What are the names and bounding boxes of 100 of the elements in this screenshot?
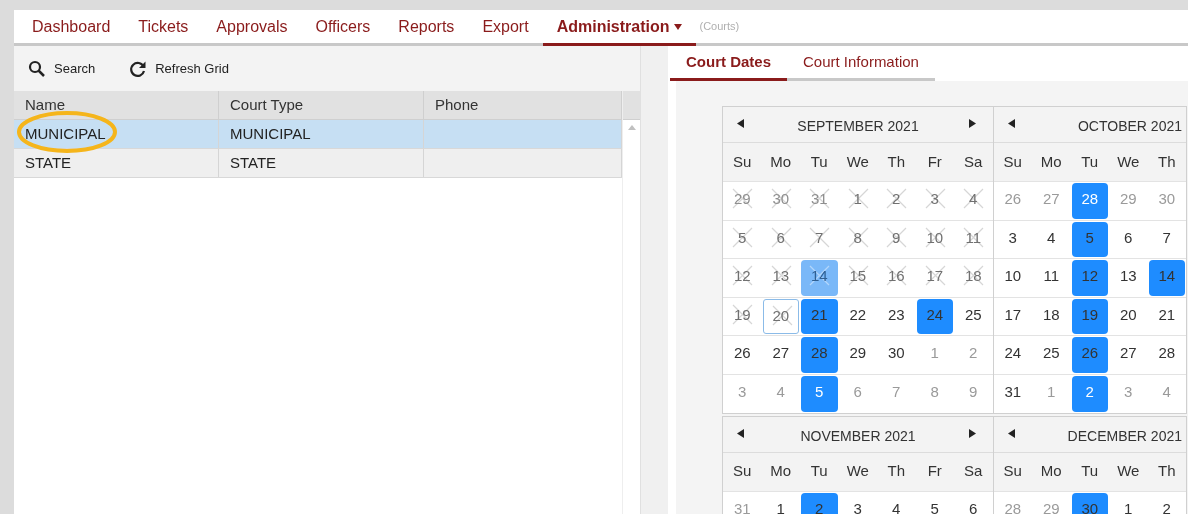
calendar-day[interactable]: 12	[1071, 260, 1108, 296]
calendar-day[interactable]: 30	[762, 183, 799, 219]
calendar-day[interactable]: 30	[878, 337, 915, 373]
calendar-day[interactable]: 25	[1033, 337, 1070, 373]
calendar-day[interactable]: 19	[1071, 298, 1108, 335]
calendar-day[interactable]: 18	[1033, 298, 1070, 335]
calendar-day[interactable]: 5	[916, 492, 953, 514]
previous-icon[interactable]	[1007, 119, 1015, 128]
calendar-day[interactable]: 13	[1110, 260, 1147, 296]
nav-tab[interactable]: Reports	[384, 10, 469, 46]
calendar-day[interactable]: 13	[762, 260, 799, 296]
calendar-day[interactable]: 11	[955, 221, 992, 258]
column-header[interactable]: Court Type	[219, 91, 424, 119]
calendar-day[interactable]: 7	[801, 221, 838, 258]
calendar-day[interactable]: 20	[1110, 298, 1147, 335]
calendar-day[interactable]: 23	[878, 298, 915, 335]
calendar-day[interactable]: 3	[724, 375, 761, 412]
calendar-day[interactable]: 10	[994, 260, 1031, 296]
calendar-day[interactable]: 31	[994, 375, 1031, 412]
next-icon[interactable]	[969, 119, 976, 128]
calendar-day[interactable]: 22	[839, 298, 876, 335]
calendar-day[interactable]: 29	[1033, 492, 1070, 514]
nav-tab[interactable]: Approvals	[202, 10, 302, 46]
calendar-day[interactable]: 29	[1110, 183, 1147, 219]
calendar-day[interactable]: 29	[839, 337, 876, 373]
calendar-day[interactable]: 20	[762, 298, 799, 335]
calendar-day[interactable]: 6	[955, 492, 992, 514]
calendar-day[interactable]: 4	[1148, 375, 1185, 412]
calendar-day[interactable]: 30	[1071, 492, 1108, 514]
previous-icon[interactable]	[737, 428, 744, 438]
calendar-day[interactable]: 1	[839, 183, 876, 219]
calendar-day[interactable]: 27	[762, 337, 799, 373]
calendar-day[interactable]: 6	[1110, 221, 1147, 258]
calendar-day[interactable]: 5	[801, 375, 838, 412]
grid-row[interactable]: MUNICIPAL MUNICIPAL	[14, 120, 622, 149]
calendar-day[interactable]: 14	[801, 260, 838, 296]
calendar-day[interactable]: 5	[1071, 221, 1108, 258]
calendar-day[interactable]: 3	[1110, 375, 1147, 412]
next-icon[interactable]	[969, 428, 976, 438]
calendar-day[interactable]: 9	[955, 375, 992, 412]
calendar-day[interactable]: 3	[916, 183, 953, 219]
nav-tab[interactable]: Dashboard	[18, 10, 125, 46]
search-button[interactable]: Search	[28, 58, 96, 79]
calendar-day[interactable]: 26	[1071, 337, 1108, 373]
calendar-day[interactable]: 2	[1148, 492, 1185, 514]
calendar-day[interactable]: 24	[916, 298, 953, 335]
calendar-day[interactable]: 15	[839, 260, 876, 296]
calendar-day[interactable]: 1	[1110, 492, 1147, 514]
calendar-day[interactable]: 12	[724, 260, 761, 296]
calendar-day[interactable]: 28	[801, 337, 838, 373]
calendar-day[interactable]: 4	[878, 492, 915, 514]
calendar-day[interactable]: 16	[878, 260, 915, 296]
calendar-day[interactable]: 4	[1033, 221, 1070, 258]
calendar-day[interactable]: 28	[1148, 337, 1185, 373]
calendar-day[interactable]: 17	[916, 260, 953, 296]
calendar-day[interactable]: 2	[955, 337, 992, 373]
calendar-day[interactable]: 18	[955, 260, 992, 296]
calendar-day[interactable]: 7	[878, 375, 915, 412]
calendar-day[interactable]: 26	[994, 183, 1031, 219]
calendar-day[interactable]: 1	[916, 337, 953, 373]
calendar-day[interactable]: 4	[955, 183, 992, 219]
calendar-day[interactable]: 19	[724, 298, 761, 335]
calendar-day[interactable]: 21	[1148, 298, 1185, 335]
calendar-day[interactable]: 25	[955, 298, 992, 335]
calendar-day[interactable]: 1	[762, 492, 799, 514]
calendar-day[interactable]: 27	[1033, 183, 1070, 219]
calendar-day[interactable]: 2	[878, 183, 915, 219]
calendar-day[interactable]: 11	[1033, 260, 1070, 296]
calendar-day[interactable]: 9	[878, 221, 915, 258]
calendar-day[interactable]: 8	[916, 375, 953, 412]
calendar-day[interactable]: 6	[762, 221, 799, 258]
calendar-day[interactable]: 21	[801, 298, 838, 335]
calendar-day[interactable]: 10	[916, 221, 953, 258]
calendar-day[interactable]: 7	[1148, 221, 1185, 258]
nav-tab[interactable]: Tickets	[124, 10, 203, 46]
calendar-day[interactable]: 27	[1110, 337, 1147, 373]
previous-icon[interactable]	[1007, 428, 1015, 438]
calendar-day[interactable]: 14	[1148, 260, 1185, 296]
grid-row[interactable]: STATE STATE	[14, 149, 622, 178]
scrollbar[interactable]	[622, 91, 640, 514]
calendar-day[interactable]: 28	[1071, 183, 1108, 219]
calendar-day[interactable]: 2	[801, 492, 838, 514]
calendar-day[interactable]: 26	[724, 337, 761, 373]
refresh-button[interactable]: Refresh Grid	[129, 58, 229, 79]
calendar-day[interactable]: 31	[801, 183, 838, 219]
calendar-day[interactable]: 2	[1071, 375, 1108, 412]
calendar-day[interactable]: 24	[994, 337, 1031, 373]
calendar-day[interactable]: 8	[839, 221, 876, 258]
calendar-day[interactable]: 3	[994, 221, 1031, 258]
nav-tab[interactable]: Export	[468, 10, 543, 46]
column-header[interactable]: Name	[14, 91, 219, 119]
calendar-day[interactable]: 1	[1033, 375, 1070, 412]
calendar-day[interactable]: 31	[724, 492, 761, 514]
calendar-day[interactable]: 17	[994, 298, 1031, 335]
calendar-day[interactable]: 30	[1148, 183, 1185, 219]
calendar-day[interactable]: 3	[839, 492, 876, 514]
calendar-day[interactable]: 5	[724, 221, 761, 258]
calendar-day[interactable]: 29	[724, 183, 761, 219]
previous-icon[interactable]	[737, 119, 744, 128]
calendar-day[interactable]: 28	[994, 492, 1031, 514]
